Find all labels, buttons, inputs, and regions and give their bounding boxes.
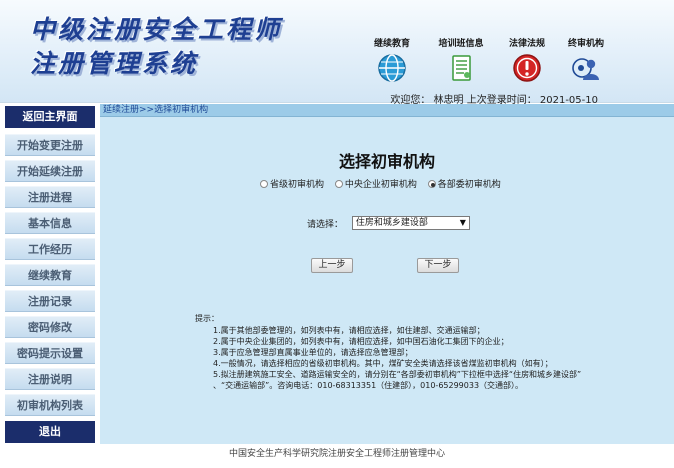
previous-step-button[interactable]: 上一步 — [311, 258, 353, 273]
system-title-line-1: 中级注册安全工程师 — [30, 15, 283, 44]
nav-laws-regulations[interactable]: 法律法规 — [497, 36, 557, 84]
agency-select-value: 住房和城乡建设部 — [355, 218, 428, 228]
agency-type-radio-group: 省级初审机构 中央企业初审机构 各部委初审机构 — [260, 177, 509, 190]
tip-item: 2.属于中央企业集团的，如列表中有，请相应选择，如中国石油化工集团下的企业； — [213, 337, 509, 346]
radio-provincial-label[interactable]: 省级初审机构 — [270, 180, 324, 190]
radio-ministry-circle[interactable] — [427, 180, 436, 188]
radio-provincial-circle[interactable] — [260, 180, 268, 188]
footer-text: 中国安全生产科学研究院注册安全工程师注册管理中心 — [228, 449, 445, 459]
header-banner: 中级注册安全工程师 注册管理系统 继续教育 培训班信息 法律法规 终审机构 欢迎… — [0, 0, 674, 106]
document-icon[interactable] — [446, 53, 476, 83]
radio-ministry-label[interactable]: 各部委初审机构 — [438, 180, 501, 190]
agency-select[interactable]: 住房和城乡建设部 ▼ — [351, 216, 470, 230]
tip-item: 4.一般情况，请选择相应的省级初审机构。其中，煤矿安全类请选择该省煤监初审机构（… — [213, 359, 553, 368]
radio-ministry-agency[interactable]: 各部委初审机构 — [427, 177, 501, 190]
sidebar-item-registration-progress[interactable]: 注册进程 — [5, 186, 95, 208]
sidebar-item-registration-records[interactable]: 注册记录 — [5, 290, 95, 312]
page-title: 选择初审机构 — [338, 152, 435, 171]
sidebar: 返回主界面 开始变更注册 开始延续注册 注册进程 基本信息 工作经历 继续教育 … — [0, 104, 100, 444]
nav-training-info[interactable]: 培训班信息 — [431, 36, 491, 84]
tips-section: 提示： 1.属于其他部委管理的，如列表中有，请相应选择，如住建部、交通运输部； … — [195, 313, 665, 391]
tip-item: 1.属于其他部委管理的，如列表中有，请相应选择，如住建部、交通运输部； — [213, 326, 485, 335]
sidebar-item-continuing-education[interactable]: 继续教育 — [5, 264, 95, 286]
breadcrumb: 延续注册>>选择初审机构 — [103, 105, 209, 115]
nav-continuing-education[interactable]: 继续教育 — [362, 36, 422, 84]
nav-continuing-education-label: 继续教育 — [373, 39, 410, 49]
radio-central-enterprise-label[interactable]: 中央企业初审机构 — [345, 180, 417, 190]
nav-final-review-agency-label: 终审机构 — [567, 39, 604, 49]
main-content: 延续注册>>选择初审机构 选择初审机构 省级初审机构 中央企业初审机构 各部委初… — [100, 104, 674, 444]
agency-select-row: 请选择： 住房和城乡建设部 ▼ — [307, 216, 470, 230]
tip-item: 5.拟注册建筑施工安全、道路运输安全的，请分别在“各部委初审机构”下拉框中选择“… — [213, 370, 582, 379]
sidebar-item-logout[interactable]: 退出 — [5, 421, 95, 443]
tip-item-continuation: 、“交通运输部”。咨询电话：010-68313351（住建部），010-6529… — [213, 381, 524, 390]
sidebar-item-home[interactable]: 返回主界面 — [5, 106, 95, 128]
radio-provincial-agency[interactable]: 省级初审机构 — [260, 177, 324, 190]
system-title-line-2: 注册管理系统 — [30, 49, 199, 78]
sidebar-item-change-password[interactable]: 密码修改 — [5, 316, 95, 338]
nav-training-info-label: 培训班信息 — [438, 39, 484, 49]
sidebar-item-password-hint[interactable]: 密码提示设置 — [5, 342, 95, 364]
radio-central-enterprise-agency[interactable]: 中央企业初审机构 — [334, 177, 417, 190]
sidebar-item-registration-help[interactable]: 注册说明 — [5, 368, 95, 390]
select-label: 请选择： — [307, 219, 344, 230]
breadcrumb-bar: 延续注册>>选择初审机构 — [100, 104, 674, 117]
nav-final-review-agency[interactable]: 终审机构 — [556, 36, 616, 84]
alert-icon[interactable] — [512, 53, 542, 83]
radio-central-enterprise-circle[interactable] — [334, 180, 343, 188]
tips-title: 提示： — [195, 314, 219, 323]
dropdown-arrow-icon[interactable]: ▼ — [460, 217, 466, 229]
sidebar-item-agency-list[interactable]: 初审机构列表 — [5, 394, 95, 416]
tip-item: 3.属于应急管理部直属事业单位的，请选择应急管理部； — [213, 348, 413, 357]
next-step-button[interactable]: 下一步 — [417, 258, 459, 273]
sidebar-item-start-change-registration[interactable]: 开始变更注册 — [5, 134, 95, 156]
sidebar-item-basic-info[interactable]: 基本信息 — [5, 212, 95, 234]
sidebar-item-start-renewal-registration[interactable]: 开始延续注册 — [5, 160, 95, 182]
sidebar-item-work-experience[interactable]: 工作经历 — [5, 238, 95, 260]
nav-laws-regulations-label: 法律法规 — [508, 39, 545, 49]
globe-icon[interactable] — [377, 53, 407, 83]
user-group-icon[interactable] — [571, 53, 601, 83]
